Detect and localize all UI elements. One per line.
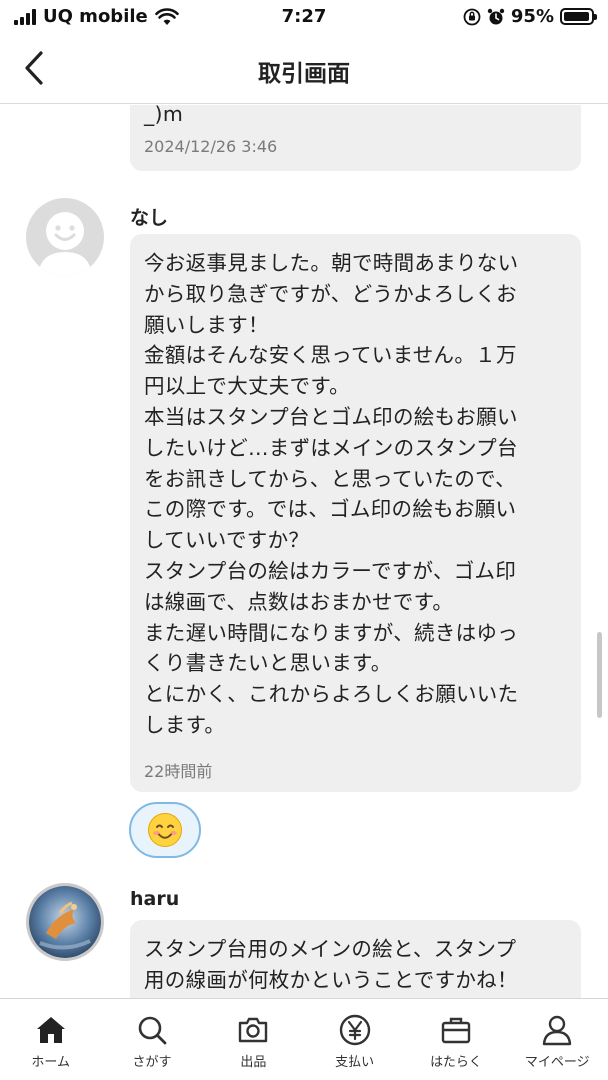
message-timestamp: 2024/12/26 3:46 <box>144 137 278 156</box>
search-icon <box>138 1016 167 1045</box>
tab-payment[interactable]: 支払い <box>304 999 405 1080</box>
message-bubble: 今お返事見ました。朝で時間あまりない から取り急ぎですが、どうかよろしくお 願い… <box>130 234 581 792</box>
tab-bar: ホーム さがす 出品 支払い はたらく マイページ <box>0 998 608 1080</box>
message-text: 今お返事見ました。朝で時間あまりない から取り急ぎですが、どうかよろしくお 願い… <box>144 251 519 737</box>
tab-work[interactable]: はたらく <box>405 999 506 1080</box>
scrollbar[interactable] <box>597 632 602 718</box>
message-bubble: _)m 2024/12/26 3:46 <box>130 105 581 171</box>
battery-percent: 95% <box>510 6 554 27</box>
chat-thread[interactable]: _)m 2024/12/26 3:46 なし 今お返事見ました。朝で時間あまりな… <box>0 105 608 998</box>
status-right: 95% <box>463 6 597 27</box>
tab-label: さがす <box>132 1055 172 1070</box>
tab-label: 支払い <box>335 1055 375 1070</box>
tab-search[interactable]: さがす <box>101 999 202 1080</box>
tab-listing[interactable]: 出品 <box>203 999 304 1080</box>
avatar[interactable] <box>26 198 104 276</box>
orientation-lock-icon <box>463 8 481 25</box>
smiling-face-icon <box>148 813 182 847</box>
tab-mypage[interactable]: マイページ <box>507 999 608 1080</box>
tab-home[interactable]: ホーム <box>0 999 101 1080</box>
message-text: スタンプ台用のメインの絵と、スタンプ 用の線画が何枚かということですかね！ <box>144 937 518 992</box>
tab-label: 出品 <box>240 1055 267 1070</box>
message-timestamp: 22時間前 <box>144 762 213 781</box>
home-icon <box>36 1017 65 1043</box>
alarm-icon <box>487 8 505 24</box>
avatar[interactable] <box>26 883 104 961</box>
camera-icon <box>239 1017 268 1043</box>
sender-name: haru <box>130 888 180 910</box>
page-title: 取引画面 <box>258 61 350 87</box>
briefcase-icon <box>441 1017 471 1044</box>
status-bar: UQ mobile 7:27 95% <box>0 0 608 36</box>
yen-icon <box>339 1014 370 1046</box>
default-avatar-icon <box>38 212 92 276</box>
nav-bar: 取引画面 <box>0 36 608 104</box>
message-bubble: スタンプ台用のメインの絵と、スタンプ 用の線画が何枚かということですかね！ <box>130 920 581 998</box>
tab-label: マイページ <box>524 1055 590 1070</box>
battery-icon <box>560 8 597 25</box>
message-text: _)m <box>144 105 184 126</box>
tab-label: ホーム <box>31 1055 70 1070</box>
painting-avatar-icon <box>29 886 101 958</box>
sender-name: なし <box>130 207 169 229</box>
person-icon <box>543 1015 572 1046</box>
reaction-button[interactable] <box>129 802 201 858</box>
tab-label: はたらく <box>430 1055 482 1070</box>
